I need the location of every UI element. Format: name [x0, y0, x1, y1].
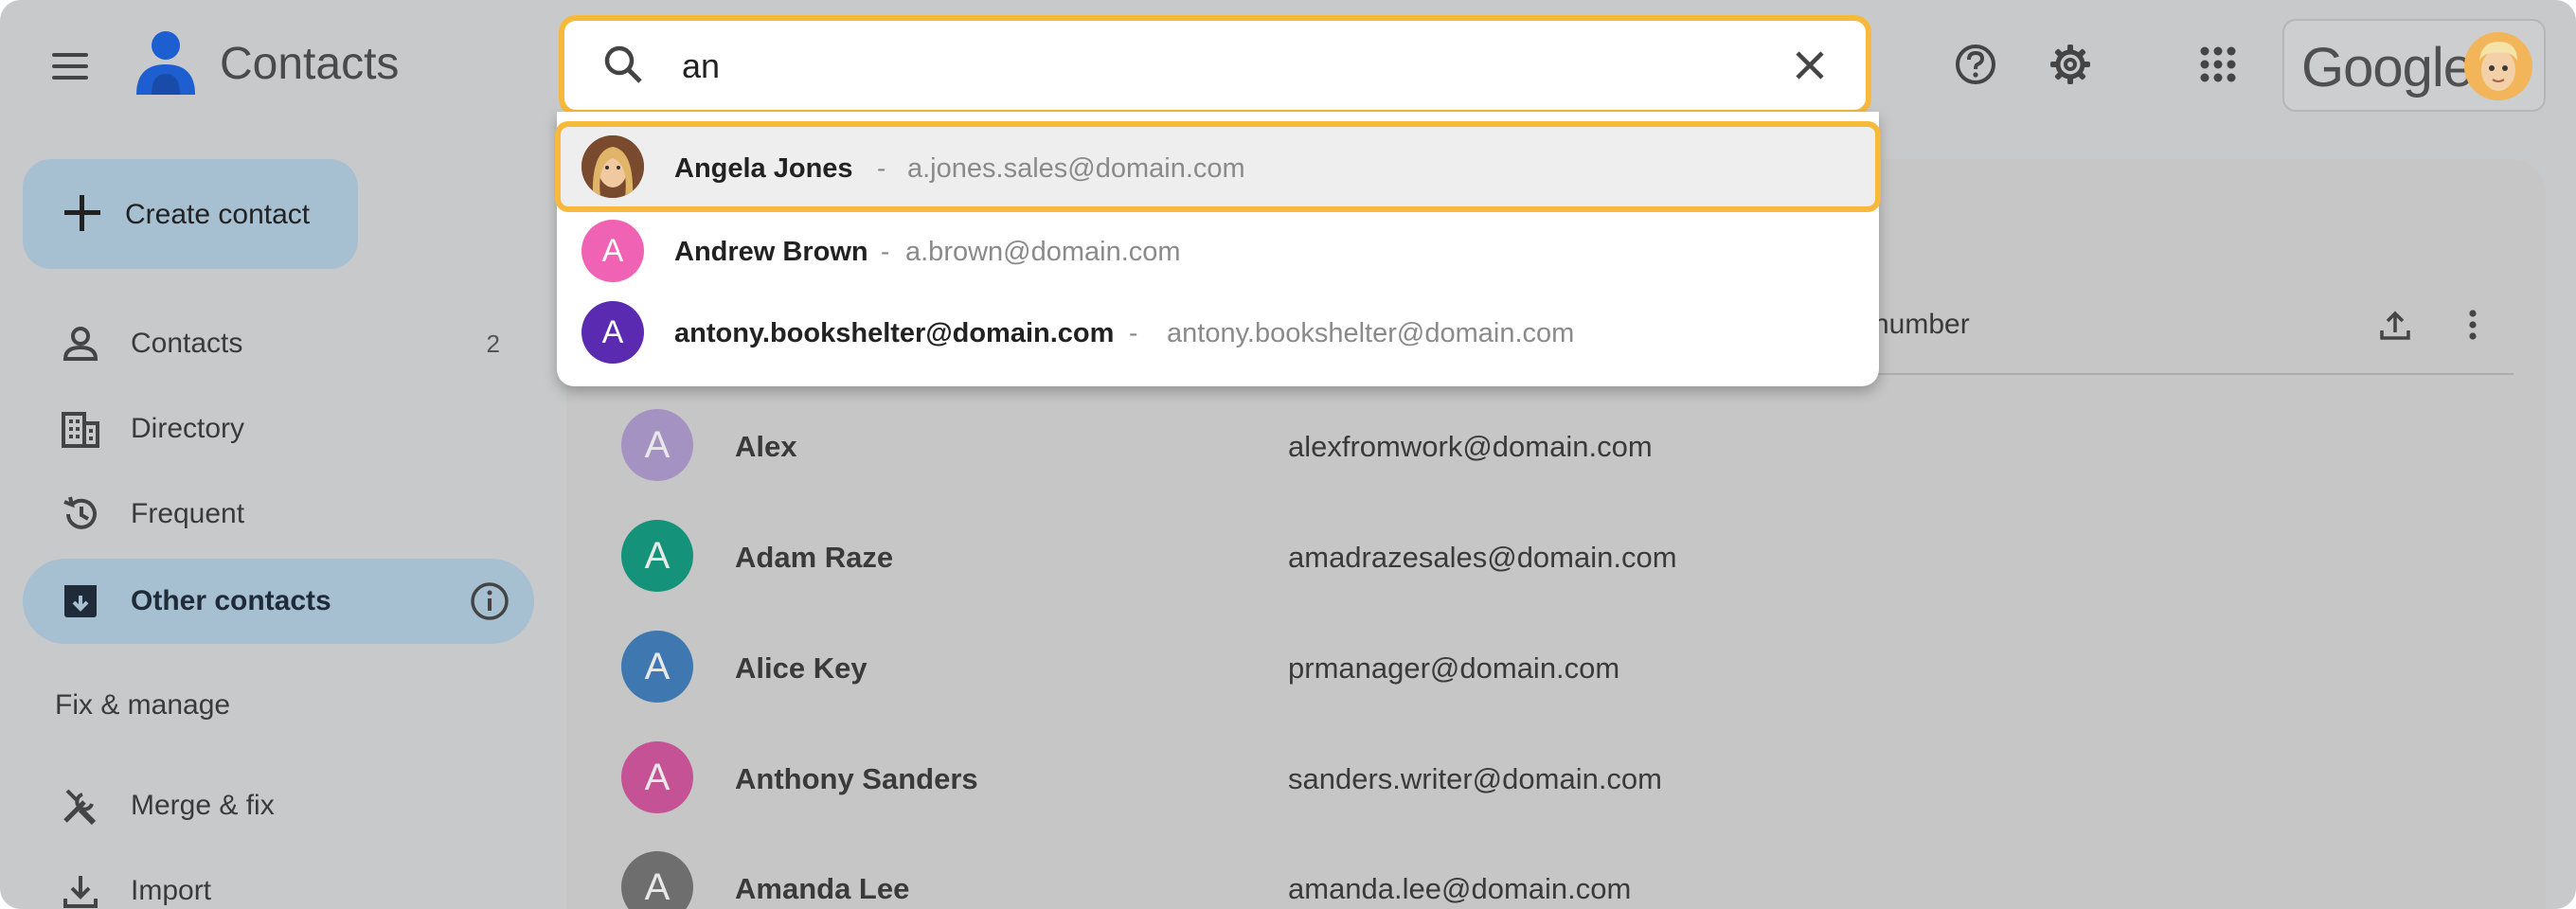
- suggestion-email: a.jones.sales@domain.com: [907, 153, 1245, 184]
- suggestion-item-antony-bookshelter[interactable]: A antony.bookshelter@domain.com - antony…: [557, 292, 1879, 373]
- search-bar[interactable]: [559, 15, 1871, 116]
- suggestion-separator: -: [877, 153, 886, 183]
- plus-icon: [64, 195, 100, 231]
- suggestion-item-andrew-brown[interactable]: A Andrew Brown - a.brown@domain.com: [557, 210, 1879, 292]
- close-icon[interactable]: [1786, 42, 1834, 89]
- search-suggestions-dropdown: Angela Jones - a.jones.sales@domain.com …: [555, 112, 1881, 386]
- sidebar-item-label: Other contacts: [131, 585, 331, 616]
- sidebar-item-contacts[interactable]: Contacts 2: [23, 301, 534, 386]
- avatar: A: [621, 631, 693, 703]
- sidebar-item-label: Merge & fix: [131, 790, 275, 821]
- suggestion-separator: -: [1129, 318, 1138, 348]
- create-contact-label: Create contact: [125, 199, 311, 230]
- create-contact-button[interactable]: Create contact: [23, 159, 358, 269]
- contact-email: sanders.writer@domain.com: [1288, 762, 1662, 795]
- search-icon: [604, 45, 642, 83]
- export-upload-icon[interactable]: [2371, 301, 2419, 348]
- table-row[interactable]: A Anthony Sanders sanders.writer@domain.…: [606, 730, 2510, 825]
- suggestion-name: antony.bookshelter@domain.com: [674, 318, 1115, 348]
- contact-name: Alice Key: [735, 651, 868, 685]
- suggestion-name: Angela Jones: [674, 153, 853, 184]
- phone-number-column-header: number: [1873, 309, 1970, 340]
- table-row[interactable]: A Adam Raze amadrazesales@domain.com: [606, 508, 2510, 603]
- contact-name: Alex: [735, 430, 797, 463]
- suggestion-email: antony.bookshelter@domain.com: [1167, 318, 1575, 348]
- info-icon[interactable]: [468, 579, 511, 623]
- table-row[interactable]: A Alex alexfromwork@domain.com: [606, 398, 2510, 492]
- fix-manage-heading: Fix & manage: [55, 689, 231, 721]
- sidebar-item-directory[interactable]: Directory: [23, 386, 534, 472]
- suggestion-separator: -: [881, 237, 890, 266]
- download-icon: [59, 869, 102, 909]
- contacts-count-badge: 2: [486, 329, 500, 358]
- main-menu-icon[interactable]: [47, 44, 93, 89]
- user-avatar: [2464, 32, 2532, 100]
- archive-download-icon: [59, 579, 102, 623]
- contact-name: Amanda Lee: [735, 872, 910, 905]
- sidebar-item-merge-fix[interactable]: Merge & fix: [23, 763, 534, 848]
- sidebar-item-label: Directory: [131, 413, 245, 444]
- contacts-app-window: Contacts Google Create contact Contacts …: [0, 0, 2576, 909]
- avatar: A: [621, 741, 693, 813]
- google-account-button[interactable]: Google: [2282, 19, 2546, 112]
- avatar: A: [621, 409, 693, 481]
- sidebar-item-label: Contacts: [131, 328, 243, 359]
- contact-email: prmanager@domain.com: [1288, 651, 1620, 685]
- history-icon: [59, 492, 102, 536]
- avatar: A: [581, 301, 644, 364]
- contact-email: alexfromwork@domain.com: [1288, 430, 1653, 463]
- tools-icon: [59, 784, 102, 828]
- contact-email: amadrazesales@domain.com: [1288, 541, 1677, 574]
- sidebar-item-frequent[interactable]: Frequent: [23, 472, 534, 557]
- table-row[interactable]: A Alice Key prmanager@domain.com: [606, 619, 2510, 714]
- apps-grid-icon[interactable]: [2191, 38, 2245, 91]
- building-icon: [59, 407, 102, 451]
- sidebar-item-label: Import: [131, 875, 212, 906]
- sidebar-item-import[interactable]: Import: [23, 848, 534, 909]
- avatar: A: [621, 520, 693, 592]
- contact-name: Adam Raze: [735, 541, 894, 574]
- avatar: A: [581, 220, 644, 282]
- help-icon[interactable]: [1949, 38, 2002, 91]
- sidebar-item-other-contacts[interactable]: Other contacts: [23, 559, 534, 644]
- sidebar-item-label: Frequent: [131, 498, 245, 529]
- google-wordmark: Google: [2301, 37, 2474, 98]
- table-row[interactable]: A Amanda Lee amanda.lee@domain.com: [606, 840, 2510, 909]
- settings-gear-icon[interactable]: [2044, 38, 2097, 91]
- person-icon: [59, 322, 102, 365]
- suggestion-item-angela-jones[interactable]: Angela Jones - a.jones.sales@domain.com: [555, 121, 1881, 212]
- contacts-logo-icon: [136, 31, 195, 95]
- contact-name: Anthony Sanders: [735, 762, 978, 795]
- search-input[interactable]: [682, 40, 1724, 93]
- avatar: [581, 135, 644, 198]
- contact-email: amanda.lee@domain.com: [1288, 872, 1632, 905]
- avatar: A: [621, 851, 693, 909]
- suggestion-email: a.brown@domain.com: [905, 237, 1181, 267]
- more-vert-icon[interactable]: [2449, 301, 2496, 348]
- suggestion-name: Andrew Brown: [674, 237, 868, 267]
- app-title: Contacts: [220, 39, 400, 89]
